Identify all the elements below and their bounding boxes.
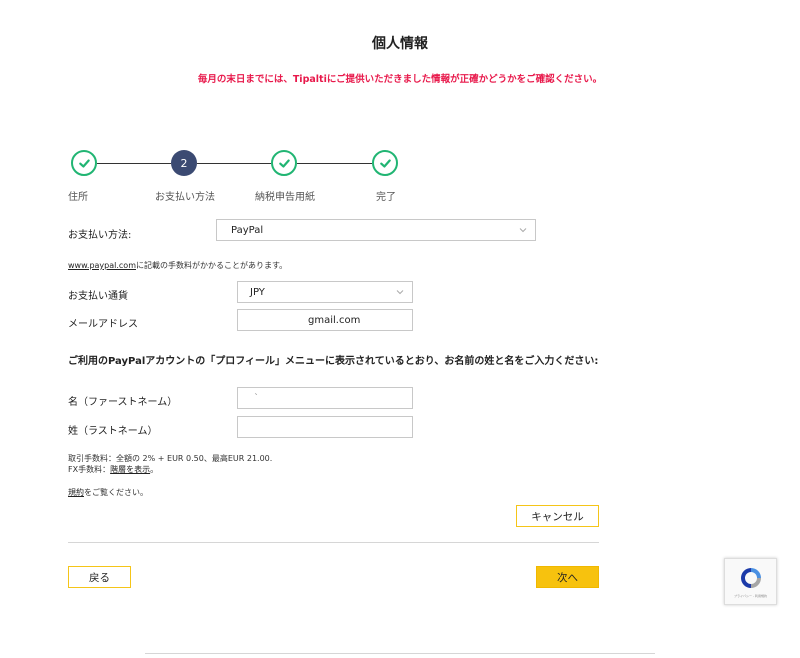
step-1-check-icon[interactable] [71, 150, 97, 176]
check-icon [379, 158, 391, 168]
currency-select[interactable]: JPY [237, 281, 413, 303]
last-name-label: 姓（ラストネーム） [68, 426, 158, 437]
currency-value: JPY [250, 286, 265, 298]
payment-method-label: お支払い方法: [68, 230, 132, 241]
fee-note: www.paypal.comに記載の手数料がかかることがあります。 [68, 261, 288, 270]
back-button[interactable]: 戻る [68, 566, 131, 588]
divider [68, 542, 599, 543]
step-label-tax-form: 納税申告用紙 [255, 192, 315, 203]
step-number: 2 [180, 156, 188, 170]
fx-fee-text: FX手数料：階層を表示。 [68, 465, 159, 474]
recaptcha-icon [740, 568, 761, 588]
notice-text: 毎月の末日までには、Tipaltiにご提供いただきました情報が正確かどうかをご確… [197, 74, 603, 85]
recaptcha-text: プライバシー - 利用規約 [734, 594, 767, 598]
step-label-payment: お支払い方法 [155, 192, 215, 203]
chevron-down-icon [396, 290, 404, 295]
first-name-input[interactable]: ` [237, 387, 413, 409]
chevron-down-icon [519, 228, 527, 233]
check-icon [278, 158, 290, 168]
step-4-check-icon[interactable] [372, 150, 398, 176]
last-name-input[interactable] [237, 416, 413, 438]
payment-method-value: PayPal [231, 224, 264, 236]
cancel-button[interactable]: キャンセル [516, 505, 599, 527]
fx-tier-link[interactable]: 階層を表示 [110, 465, 150, 474]
step-connector [197, 163, 271, 164]
first-name-label: 名（ファーストネーム） [68, 397, 178, 408]
recaptcha-badge[interactable]: プライバシー - 利用規約 [724, 558, 777, 605]
step-label-address: 住所 [68, 192, 88, 203]
step-connector [97, 163, 171, 164]
name-instruction: ご利用のPayPalアカウントの「プロフィール」メニューに表示されているとおり、… [68, 356, 599, 367]
terms-link[interactable]: 規約 [68, 488, 84, 497]
footer-divider [145, 653, 655, 654]
step-2-active[interactable]: 2 [171, 150, 197, 176]
step-label-complete: 完了 [376, 192, 396, 203]
terms-text: 規約をご覧ください。 [68, 488, 148, 497]
currency-label: お支払い通貨 [68, 291, 128, 302]
first-name-value: ` [254, 392, 259, 404]
email-value: gmail.com [308, 314, 361, 326]
payment-method-select[interactable]: PayPal [216, 219, 536, 241]
transaction-fee-text: 取引手数料：全額の 2% + EUR 0.50、最高EUR 21.00. [68, 454, 273, 463]
email-input[interactable]: gmail.com [237, 309, 413, 331]
email-label: メールアドレス [68, 319, 138, 330]
check-icon [78, 158, 90, 168]
page-title: 個人情報 [372, 36, 428, 52]
next-button[interactable]: 次へ [536, 566, 599, 588]
step-3-check-icon[interactable] [271, 150, 297, 176]
paypal-link[interactable]: www.paypal.com [68, 261, 136, 270]
step-connector [297, 163, 372, 164]
